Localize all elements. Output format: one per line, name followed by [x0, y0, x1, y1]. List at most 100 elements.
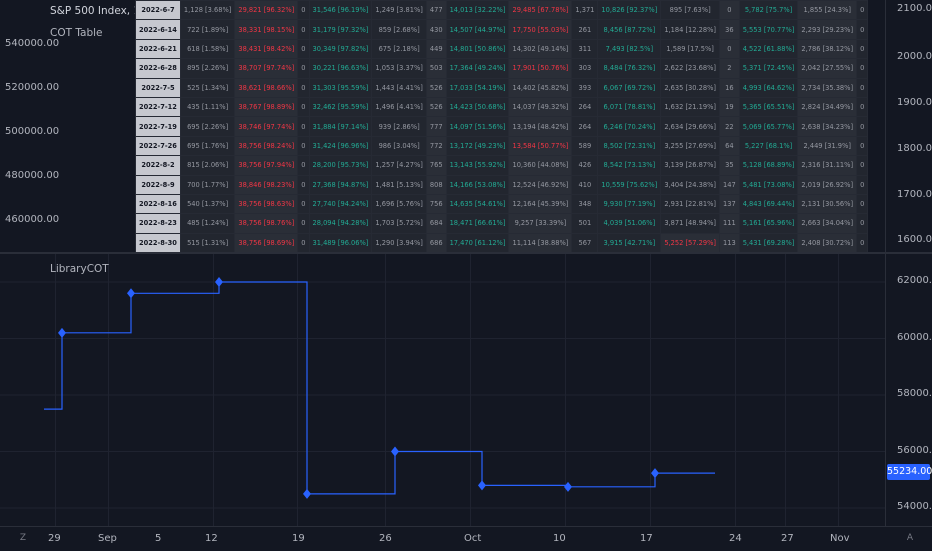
cot-row: 2022-6-14 722 [1.89%] 38,331 [98.15%] 0 31,1…: [135, 19, 869, 40]
cot-cell: 618 [1.58%]: [179, 38, 236, 60]
cot-cell: 13,194 [48.42%]: [508, 116, 573, 137]
cot-cell: 3,139 [26.87%]: [660, 155, 720, 176]
cot-cell: 31,884 [97.14%]: [308, 116, 373, 137]
cot-cell: 435 [1.11%]: [179, 96, 236, 118]
time-axis[interactable]: Z 29 Sep 5 12 19 26 Oct 10 17 24 27 Nov …: [0, 526, 932, 551]
cot-cell: 695 [1.76%]: [179, 135, 236, 157]
price-label: 1900.00: [897, 97, 932, 108]
cot-cell: 12,164 [45.39%]: [508, 193, 573, 215]
cot-cell: 2,622 [23.68%]: [660, 58, 720, 79]
left-scale-label: 520000.00: [5, 82, 60, 93]
price-label: 1800.00: [897, 143, 932, 154]
cot-date-cell: 2022-8-9: [135, 174, 181, 195]
time-label: Nov: [830, 533, 850, 544]
cot-cell: 113: [719, 232, 740, 254]
cot-cell: 1,855 [24.3%]: [797, 0, 858, 21]
cot-cell: 2,408 [30.72%]: [797, 232, 858, 254]
time-label: Oct: [464, 533, 482, 544]
cot-cell: 815 [2.06%]: [179, 155, 236, 176]
cot-cell: 2,293 [29.23%]: [797, 19, 858, 40]
cot-date-cell: 2022-8-16: [135, 193, 181, 215]
cot-row: 2022-7-19 695 [2.26%] 38,746 [97.74%] 0 31,8…: [135, 116, 869, 137]
cot-cell: 686: [425, 232, 447, 254]
price-label: 1600.00: [897, 234, 932, 245]
cot-cell: 0: [856, 77, 869, 98]
indicator-pane[interactable]: LibraryCOT: [0, 254, 885, 526]
cot-cell: 5,365 [65.51%]: [738, 96, 799, 118]
cot-cell: 5,371 [72.45%]: [738, 58, 799, 79]
cot-cell: 1,632 [21.19%]: [660, 96, 720, 118]
cot-cell: 5,161 [65.96%]: [738, 213, 799, 234]
cot-cell: 1,290 [3.94%]: [371, 232, 427, 254]
cot-cell: 14,402 [45.82%]: [508, 77, 573, 98]
time-label: 24: [729, 533, 742, 544]
cot-cell: 5,252 [57.29%]: [660, 232, 720, 254]
cot-cell: 0: [856, 174, 869, 195]
cot-cell: 2,824 [34.49%]: [797, 96, 858, 118]
cot-cell: 14,423 [50.68%]: [445, 96, 510, 118]
cot-cell: 28,200 [95.73%]: [308, 155, 373, 176]
cot-cell: 1,128 [3.68%]: [179, 0, 236, 21]
cot-cell: 36: [719, 19, 740, 40]
cot-cell: 38,756 [98.76%]: [234, 213, 299, 234]
top-price-scale[interactable]: 2100.00 2000.00 1900.00 1800.00 1700.00 …: [885, 0, 932, 252]
cot-cell: 772: [425, 135, 447, 157]
cot-date-cell: 2022-6-14: [135, 19, 181, 40]
cot-date-cell: 2022-7-12: [135, 96, 181, 118]
cot-cell: 2,635 [30.28%]: [660, 77, 720, 98]
cot-cell: 5,227 [68.1%]: [738, 135, 799, 157]
cot-cell: 0: [297, 77, 310, 98]
cot-cell: 675 [2.18%]: [371, 38, 427, 60]
cot-cell: 0: [856, 96, 869, 118]
auto-scale-icon[interactable]: A: [903, 531, 917, 545]
cot-cell: 5,431 [69.28%]: [738, 232, 799, 254]
cot-cell: 14,013 [32.22%]: [445, 0, 510, 21]
cot-cell: 0: [719, 0, 740, 21]
cot-row: 2022-8-9 700 [1.77%] 38,846 [98.23%] 0 27,36…: [135, 174, 869, 195]
cot-row: 2022-6-28 895 [2.26%] 38,707 [97.74%] 0 30,2…: [135, 58, 869, 79]
cot-date-cell: 2022-8-30: [135, 232, 181, 254]
cot-cell: 35: [719, 155, 740, 176]
cot-cell: 311: [571, 38, 599, 60]
time-label: 19: [292, 533, 305, 544]
cot-cell: 0: [856, 155, 869, 176]
zoom-icon[interactable]: Z: [16, 531, 30, 545]
cot-cell: 0: [297, 213, 310, 234]
cot-cell: 38,746 [97.74%]: [234, 116, 299, 137]
cot-cell: 31,546 [96.19%]: [308, 0, 373, 21]
cot-cell: 0: [856, 0, 869, 21]
cot-cell: 0: [856, 38, 869, 60]
cot-row: 2022-8-16 540 [1.37%] 38,756 [98.63%] 0 27,7…: [135, 193, 869, 215]
cot-cell: 1,443 [4.41%]: [371, 77, 427, 98]
main-chart-pane[interactable]: 540000.00 520000.00 500000.00 480000.00 …: [0, 0, 885, 254]
cot-cell: 0: [856, 213, 869, 234]
cot-cell: 986 [3.04%]: [371, 135, 427, 157]
cot-cell: 2,634 [29.66%]: [660, 116, 720, 137]
cot-cell: 303: [571, 58, 599, 79]
cot-row: 2022-8-23 485 [1.24%] 38,756 [98.76%] 0 28,0…: [135, 213, 869, 234]
cot-cell: 515 [1.31%]: [179, 232, 236, 254]
cot-cell: 14,097 [51.56%]: [445, 116, 510, 137]
cot-row: 2022-7-5 525 [1.34%] 38,621 [98.66%] 0 31,30…: [135, 77, 869, 98]
cot-cell: 526: [425, 77, 447, 98]
cot-cell: 393: [571, 77, 599, 98]
indicator-title[interactable]: COT Table: [50, 27, 103, 39]
cot-cell: 589: [571, 135, 599, 157]
cot-cell: 22: [719, 116, 740, 137]
cot-cell: 2,734 [35.38%]: [797, 77, 858, 98]
cot-cell: 38,431 [98.42%]: [234, 38, 299, 60]
cot-cell: 449: [425, 38, 447, 60]
data-point: [391, 446, 399, 457]
cot-cell: 1,249 [3.81%]: [371, 0, 427, 21]
cot-cell: 0: [297, 193, 310, 215]
cot-cell: 0: [297, 96, 310, 118]
cot-cell: 1,703 [5.72%]: [371, 213, 427, 234]
bottom-price-scale[interactable]: 62000.00 60000.00 58000.00 56000.00 5400…: [885, 254, 932, 526]
cot-row: 2022-6-21 618 [1.58%] 38,431 [98.42%] 0 30,3…: [135, 38, 869, 60]
cot-cell: 31,179 [97.32%]: [308, 19, 373, 40]
cot-cell: 501: [571, 213, 599, 234]
cot-cell: 4,993 [64.62%]: [738, 77, 799, 98]
time-label: 26: [379, 533, 392, 544]
cot-cell: 2,663 [34.04%]: [797, 213, 858, 234]
price-label: 2000.00: [897, 51, 932, 62]
